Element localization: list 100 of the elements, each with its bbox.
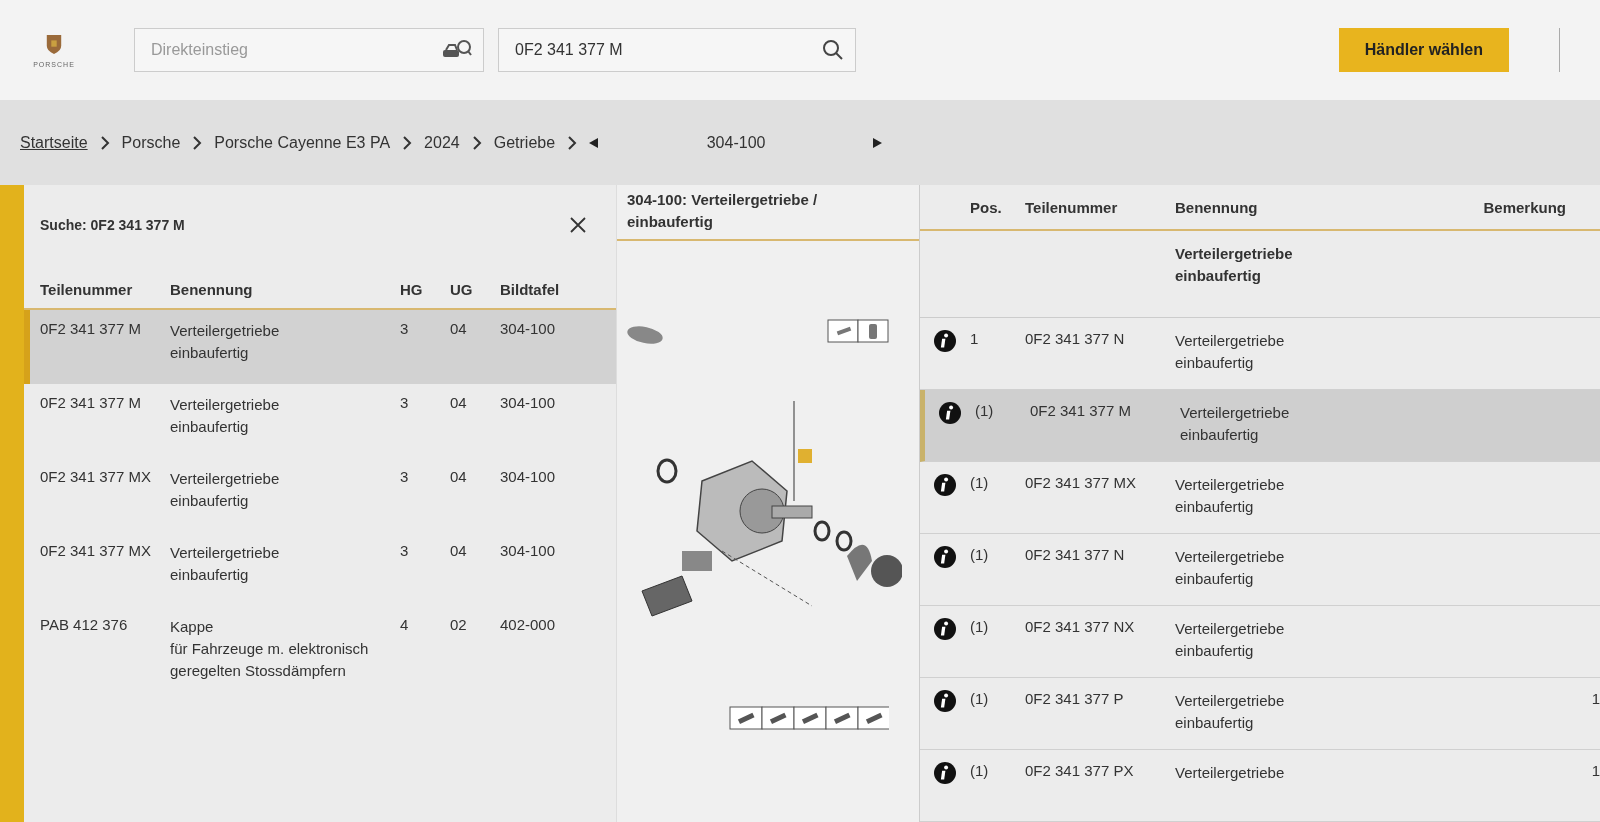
part-number-cell-text: 0F2 341 377 PX — [1025, 762, 1135, 779]
info-icon[interactable] — [934, 690, 956, 712]
current-plate: 304-100 — [705, 133, 767, 152]
plate-cell-text: 402-000 — [500, 616, 557, 635]
direct-search-field[interactable]: Direkteinstieg — [134, 28, 484, 72]
diagram-title: 304-100: Verteilergetriebe / einbaufertig — [617, 185, 919, 241]
thumbnail-strip-drawing[interactable] — [827, 319, 889, 343]
position-cell-text: 1 — [970, 330, 980, 347]
chevron-icon — [567, 135, 578, 150]
description-cell-text: Verteilergetriebe einbaufertig — [170, 321, 281, 363]
plate-cell-text: 304-100 — [500, 468, 557, 487]
column-header: Bemerkung — [1483, 198, 1567, 216]
description-cell-text: Verteilergetriebe einbaufertig — [170, 395, 281, 437]
column-header: Teilenummer — [40, 281, 134, 298]
part-row[interactable]: (1) 0F2 341 377 M Verteilergetriebe einbaufertig — [920, 390, 1600, 462]
chevron-icon — [471, 135, 482, 150]
breadcrumb-item[interactable]: Getriebe — [493, 133, 556, 152]
column-header: UG — [450, 281, 474, 298]
hg-cell-text: 3 — [400, 542, 410, 561]
column-header: HG — [400, 281, 424, 298]
result-row[interactable]: 0F2 341 377 M Verteilergetriebe einbaufertig 3 04 304-100 — [24, 310, 616, 384]
hg-cell-text: 3 — [400, 320, 410, 339]
next-icon[interactable] — [873, 137, 884, 148]
thumbnail-strip-drawing[interactable] — [729, 706, 889, 730]
hg-cell-text: 3 — [400, 468, 410, 487]
seal-drawing — [625, 323, 665, 347]
description-cell-text: Verteilergetriebe einbaufertig — [170, 469, 281, 511]
position-cell-text: (1) — [970, 618, 990, 635]
dealer-button[interactable]: Händler wählen — [1338, 28, 1509, 72]
breadcrumb-item[interactable]: Porsche Cayenne E3 PA — [214, 133, 391, 152]
description-cell-text: Verteilergetriebe einbaufertig — [1180, 403, 1291, 445]
part-row[interactable]: (1) 0F2 341 377 MX Verteilergetriebe einbaufertig — [920, 462, 1600, 534]
description-cell-text: Verteilergetriebe — [1175, 763, 1286, 783]
plate-cell-text: 304-100 — [500, 320, 557, 339]
group-title: Verteilergetriebe einbaufertig — [1175, 244, 1294, 287]
ug-cell-text: 04 — [450, 320, 468, 339]
part-number-cell-text: 0F2 341 377 M — [1030, 402, 1132, 419]
breadcrumb-item[interactable]: 2024 — [424, 133, 460, 152]
column-header: Teilenummer — [1025, 198, 1119, 216]
plate-cell-text: 304-100 — [500, 542, 557, 561]
previous-icon[interactable] — [589, 137, 600, 148]
result-row[interactable]: 0F2 341 377 MX Verteilergetriebe einbaufertig 3 04 304-100 — [24, 458, 616, 532]
position-cell-text: (1) — [970, 474, 990, 491]
description-cell-text: Verteilergetriebe einbaufertig — [170, 543, 281, 585]
result-row[interactable]: 0F2 341 377 MX Verteilergetriebe einbaufertig 3 04 304-100 — [24, 532, 616, 606]
search-icon[interactable] — [822, 39, 844, 61]
description-cell-text: Kappe für Fahrzeuge m. elektronisch geregelten Stossdämpfern — [170, 617, 370, 681]
info-icon[interactable] — [934, 474, 956, 496]
chevron-icon — [192, 135, 203, 150]
info-icon[interactable] — [934, 762, 956, 784]
part-number-cell-text: 0F2 341 377 P — [1025, 690, 1125, 707]
part-number-cell-text: 0F2 341 377 MX — [40, 468, 152, 487]
ug-cell-text: 04 — [450, 394, 468, 413]
part-row[interactable]: (1) 0F2 341 377 NX Verteilergetriebe einbaufertig — [920, 606, 1600, 678]
info-icon[interactable] — [934, 330, 956, 352]
position-cell-text: (1) — [975, 402, 995, 419]
part-number-cell-text: 0F2 341 377 NX — [1025, 618, 1136, 635]
description-cell-text: Verteilergetriebe einbaufertig — [1175, 331, 1286, 373]
breadcrumb-link[interactable]: Startseite — [20, 133, 88, 152]
part-number-cell-text: 0F2 341 377 N — [1025, 546, 1126, 563]
close-icon[interactable] — [570, 217, 586, 233]
search-panel-title: Suche: 0F2 341 377 M — [40, 217, 185, 233]
plate-cell-text: 304-100 — [500, 394, 557, 413]
column-header: Pos. — [970, 198, 1003, 216]
info-icon[interactable] — [939, 402, 961, 424]
info-icon[interactable] — [934, 546, 956, 568]
ug-cell-text: 02 — [450, 616, 468, 635]
result-row[interactable]: PAB 412 376 Kappe für Fahrzeuge m. elektronisch geregelten Stossdämpfern 4 02 402-000 — [24, 606, 616, 702]
description-cell-text: Verteilergetriebe einbaufertig — [1175, 547, 1286, 589]
part-search-field[interactable]: 0F2 341 377 M — [498, 28, 856, 72]
position-cell-text: (1) — [970, 690, 990, 707]
ug-cell-text: 04 — [450, 542, 468, 561]
part-number-cell-text: 0F2 341 377 M — [40, 394, 142, 413]
part-number-cell-text: PAB 412 376 — [40, 616, 129, 635]
crest-icon — [45, 32, 63, 55]
part-row[interactable]: (1) 0F2 341 377 N Verteilergetriebe einbaufertig — [920, 534, 1600, 606]
part-row[interactable]: (1) 0F2 341 377 P Verteilergetriebe einbaufertig 1 — [920, 678, 1600, 750]
position-cell-text: (1) — [970, 546, 990, 563]
chevron-icon — [99, 135, 110, 150]
description-cell-text: Verteilergetriebe einbaufertig — [1175, 691, 1286, 733]
table-cell-text: 1 — [1590, 762, 1600, 779]
table-cell-text: 1 — [1590, 690, 1600, 707]
description-cell-text: Verteilergetriebe einbaufertig — [1175, 619, 1286, 661]
ug-cell-text: 04 — [450, 468, 468, 487]
position-cell-text: (1) — [970, 762, 990, 779]
result-row[interactable]: 0F2 341 377 M Verteilergetriebe einbaufertig 3 04 304-100 — [24, 384, 616, 458]
part-number-cell-text: 0F2 341 377 N — [1025, 330, 1126, 347]
info-icon[interactable] — [934, 618, 956, 640]
hg-cell-text: 4 — [400, 616, 410, 635]
description-cell-text: Verteilergetriebe einbaufertig — [1175, 475, 1286, 517]
hg-cell-text: 3 — [400, 394, 410, 413]
column-header: Benennung — [170, 281, 254, 298]
breadcrumb-item[interactable]: Porsche — [121, 133, 181, 152]
column-header: Bildtafel — [500, 281, 561, 298]
part-number-cell-text: 0F2 341 377 MX — [40, 542, 152, 561]
part-number-cell-text: 0F2 341 377 MX — [1025, 474, 1137, 491]
part-row[interactable]: (1) 0F2 341 377 PX Verteilergetriebe 1 — [920, 750, 1600, 822]
part-number-cell-text: 0F2 341 377 M — [40, 320, 142, 339]
column-header: Benennung — [1175, 198, 1259, 216]
chevron-icon — [402, 135, 413, 150]
